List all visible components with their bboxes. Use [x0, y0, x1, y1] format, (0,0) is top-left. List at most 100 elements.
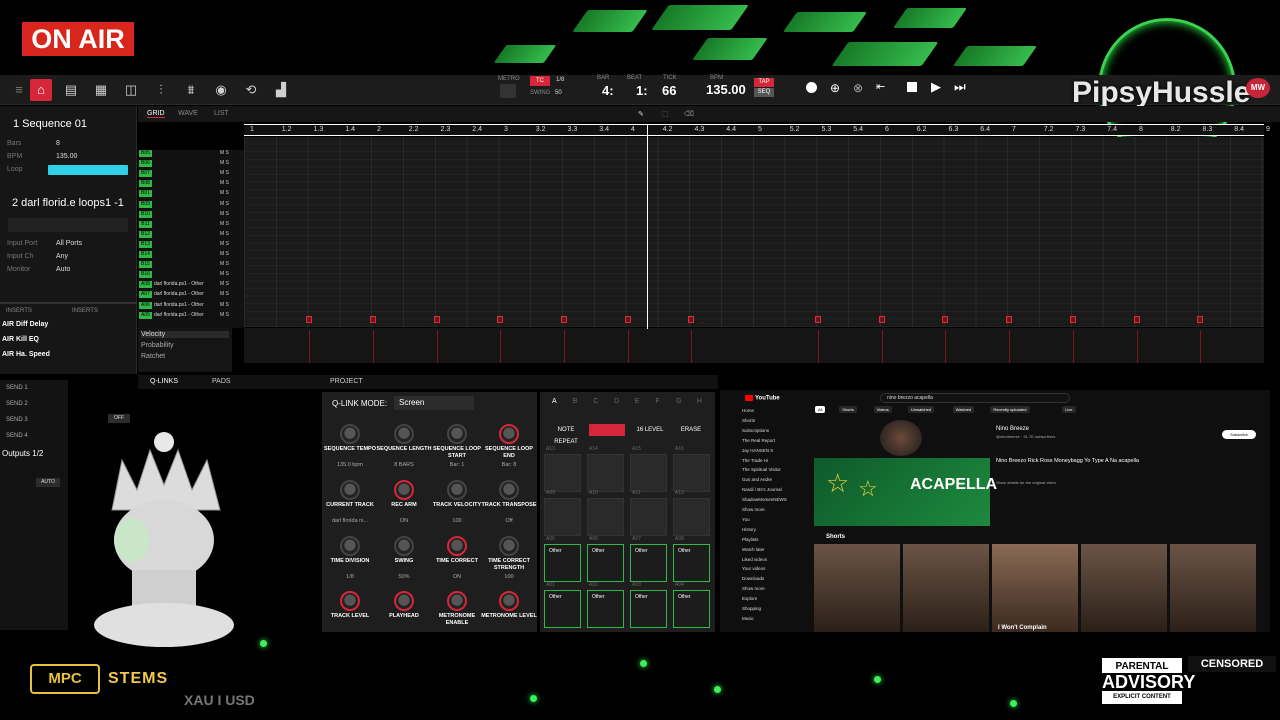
- note-event[interactable]: [1134, 316, 1140, 323]
- mute-solo-buttons[interactable]: M S: [220, 312, 229, 319]
- track-row[interactable]: B15 M S: [138, 261, 244, 269]
- home-icon[interactable]: ⌂: [30, 79, 52, 101]
- auto-button[interactable]: AUTO: [36, 478, 60, 487]
- mute-solo-buttons[interactable]: M S: [220, 180, 229, 187]
- youtube-filter-chip[interactable]: Watched: [952, 406, 975, 413]
- youtube-sidebar-item[interactable]: Nasdi / Bs's Journal: [742, 487, 782, 492]
- tab-wave[interactable]: WAVE: [178, 110, 198, 117]
- qlink-knob[interactable]: [394, 424, 414, 444]
- tab-qlinks[interactable]: Q-LINKS: [150, 378, 178, 385]
- timeline-ruler[interactable]: 1 1.2 1.3 1.4 2 2.2 2.3 2.4 3 3.2 3.3 3.4 4 4.2 4.3 4.4…: [244, 124, 1270, 136]
- qlink-knob[interactable]: [340, 536, 360, 556]
- youtube-filter-chip[interactable]: Unwatched: [908, 406, 935, 413]
- track-row[interactable]: B05 M S: [138, 150, 244, 157]
- vel-menu-ratchet[interactable]: Ratchet: [141, 353, 165, 360]
- velocity-bar[interactable]: [1009, 330, 1010, 363]
- pad[interactable]: Other: [630, 544, 667, 582]
- beat-value[interactable]: 1:: [636, 83, 648, 98]
- pad[interactable]: [587, 454, 624, 492]
- short-thumbnail[interactable]: [814, 544, 900, 632]
- note-event[interactable]: [815, 316, 821, 323]
- track-type-buttons[interactable]: [8, 218, 128, 232]
- pad-bank-d[interactable]: D: [614, 398, 619, 405]
- send-3[interactable]: SEND 3: [6, 417, 28, 423]
- mixer-icon[interactable]: ⫶: [150, 79, 172, 101]
- pad-bank-b[interactable]: B: [573, 398, 578, 405]
- track-row[interactable]: B06 M S: [138, 160, 244, 168]
- menu-icon[interactable]: ≡: [8, 79, 30, 101]
- insert-slot-3[interactable]: AIR Ha. Speed: [2, 351, 50, 358]
- youtube-sidebar-item[interactable]: Subscriptions: [742, 428, 769, 433]
- youtube-filter-chip[interactable]: Videos: [873, 406, 892, 413]
- note-event[interactable]: [370, 316, 376, 323]
- velocity-bar[interactable]: [628, 330, 629, 363]
- velocity-bar[interactable]: [882, 330, 883, 363]
- mute-solo-buttons[interactable]: M S: [220, 231, 229, 238]
- velocity-bar[interactable]: [1073, 330, 1074, 363]
- track-row[interactable]: A06 darl florida.ps1 - Other M S: [138, 301, 244, 309]
- input-ch-value[interactable]: Any: [56, 253, 68, 260]
- youtube-filter-chip[interactable]: Shorts: [839, 406, 857, 413]
- pad[interactable]: Other: [587, 544, 624, 582]
- qlink-knob[interactable]: [447, 480, 467, 500]
- automation-icon[interactable]: ⊗: [853, 81, 863, 95]
- track-row[interactable]: A08 darl florida.ps1 - Other M S: [138, 281, 244, 289]
- track-row[interactable]: A05 darl florida.ps1 - Other M S: [138, 311, 244, 319]
- bpm-value[interactable]: 135.00: [706, 82, 746, 98]
- play-start-icon[interactable]: ⏭: [954, 79, 966, 95]
- qlink-knob[interactable]: [394, 480, 414, 500]
- tab-pads[interactable]: PADS: [212, 378, 231, 385]
- youtube-sidebar-item[interactable]: Playlists: [742, 537, 759, 542]
- pad-bank-h[interactable]: H: [697, 398, 702, 405]
- time-correct-button[interactable]: TC: [530, 76, 550, 86]
- seq-button[interactable]: SEQ: [754, 88, 774, 97]
- pad[interactable]: [544, 454, 581, 492]
- velocity-bar[interactable]: [818, 330, 819, 363]
- note-event[interactable]: [879, 316, 885, 323]
- sixteen-level-button[interactable]: 16 LEVEL: [633, 424, 667, 436]
- velocity-lane[interactable]: [244, 328, 1264, 363]
- erase-icon[interactable]: ⌫: [684, 110, 694, 118]
- youtube-sidebar-item[interactable]: Gus and Andre: [742, 477, 772, 482]
- mute-solo-buttons[interactable]: M S: [220, 170, 229, 177]
- track-row[interactable]: B09 M S: [138, 200, 244, 208]
- qlink-knob[interactable]: [340, 424, 360, 444]
- youtube-sidebar-item[interactable]: Downloads: [742, 576, 764, 581]
- youtube-sidebar-item[interactable]: Shorts: [742, 418, 755, 423]
- channel-mixer-icon[interactable]: ⩩: [180, 79, 202, 101]
- outputs-select[interactable]: Outputs 1/2: [2, 449, 43, 458]
- mute-solo-buttons[interactable]: M S: [220, 281, 229, 288]
- note-event[interactable]: [1197, 316, 1203, 323]
- track-row[interactable]: B07 M S: [138, 170, 244, 178]
- pad[interactable]: [544, 498, 581, 536]
- pad-bank-c[interactable]: C: [593, 398, 598, 405]
- youtube-sidebar-item[interactable]: The Trade Hi: [742, 458, 768, 463]
- program-edit-icon[interactable]: ▟: [270, 79, 292, 101]
- tick-value[interactable]: 66: [662, 83, 676, 98]
- track-row[interactable]: B08 M S: [138, 180, 244, 188]
- tab-list[interactable]: LIST: [214, 110, 229, 117]
- tab-project[interactable]: PROJECT: [330, 378, 363, 385]
- track-row[interactable]: B16 M S: [138, 271, 244, 279]
- return-to-zero-icon[interactable]: ⇤: [876, 80, 885, 93]
- loop-toggle[interactable]: [48, 165, 128, 175]
- qlink-knob[interactable]: [340, 480, 360, 500]
- youtube-sidebar-item[interactable]: The Real Report: [742, 438, 775, 443]
- youtube-filter-chip[interactable]: Live: [1062, 406, 1076, 413]
- youtube-search-input[interactable]: nino brezzo acapella: [880, 393, 1070, 403]
- channel-avatar[interactable]: [880, 420, 922, 456]
- erase-button[interactable]: ERASE: [676, 424, 706, 436]
- note-event[interactable]: [306, 316, 312, 323]
- overdub-icon[interactable]: ⊕: [830, 81, 840, 95]
- velocity-bar[interactable]: [309, 330, 310, 363]
- send-4[interactable]: SEND 4: [6, 433, 28, 439]
- track-row[interactable]: B01 M S: [138, 190, 244, 198]
- note-event[interactable]: [625, 316, 631, 323]
- note-event[interactable]: [942, 316, 948, 323]
- pad[interactable]: Other: [544, 590, 581, 628]
- record-mode-icon[interactable]: ◉: [210, 79, 232, 101]
- bars-value[interactable]: 8: [56, 140, 60, 147]
- pad[interactable]: Other: [673, 544, 710, 582]
- track-row[interactable]: B14 M S: [138, 251, 244, 258]
- insert-slot-2[interactable]: AIR Kill EQ: [2, 336, 39, 343]
